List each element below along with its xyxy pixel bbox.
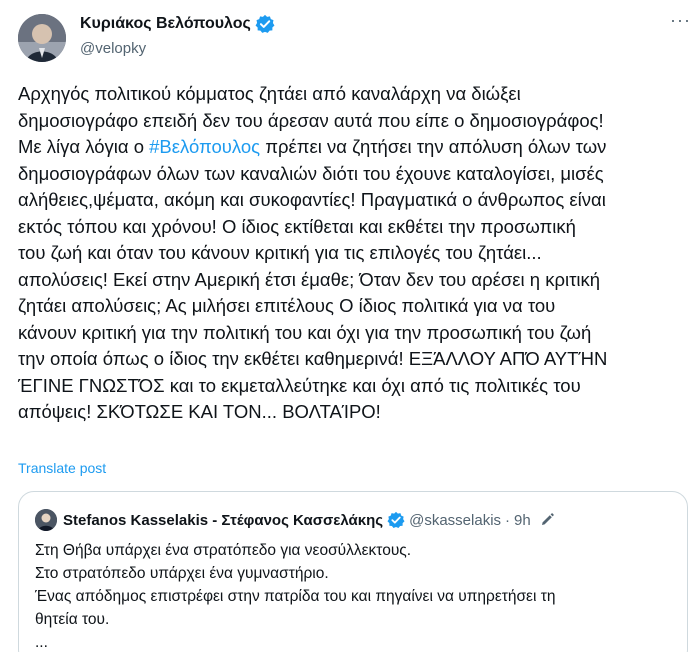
verified-badge-icon [387,511,405,529]
translate-post-link[interactable]: Translate post [18,460,106,476]
quoted-text-line: ... [35,634,48,651]
post-text: Αρχηγός πολιτικού κόμματος ζητάει από κα… [18,81,688,426]
author-avatar[interactable] [18,14,66,62]
quoted-post-time[interactable]: 9h [514,512,531,529]
more-icon[interactable]: ··· [670,10,691,31]
edit-icon [541,513,554,525]
post-text-part-2: πρέπει να ζητήσει την απόλυση όλων των δ… [18,136,608,422]
author-handle[interactable]: @velopky [80,40,146,57]
quoted-text-line: θητεία του. [35,611,110,628]
author-name[interactable]: Κυριάκος Βελόπουλος [80,14,275,34]
quoted-author-name[interactable]: Stefanos Kasselakis - Στέφανος Κασσελάκη… [63,512,383,529]
quoted-text-line: Στη Θήβα υπάρχει ένα στρατόπεδο για νεοσ… [35,542,412,559]
hashtag-link[interactable]: #Βελόπουλος [149,136,260,157]
separator-dot: · [505,511,511,529]
quoted-post-text: Στη Θήβα υπάρχει ένα στρατόπεδο για νεοσ… [35,539,675,652]
quoted-post-header: Stefanos Kasselakis - Στέφανος Κασσελάκη… [35,509,555,531]
quoted-text-line: Στο στρατόπεδο υπάρχει ένα γυμναστήριο. [35,565,329,582]
verified-badge-icon [255,14,275,33]
post: Κυριάκος Βελόπουλος @velopky ··· Αρχηγός… [0,0,694,652]
quoted-post[interactable]: Stefanos Kasselakis - Στέφανος Κασσελάκη… [18,491,688,652]
quoted-author-avatar[interactable] [35,509,57,531]
author-name-text[interactable]: Κυριάκος Βελόπουλος [80,15,251,33]
quoted-text-line: Ένας απόδημος επιστρέφει στην πατρίδα το… [35,588,556,605]
quoted-author-handle[interactable]: @skasselakis [409,512,501,529]
